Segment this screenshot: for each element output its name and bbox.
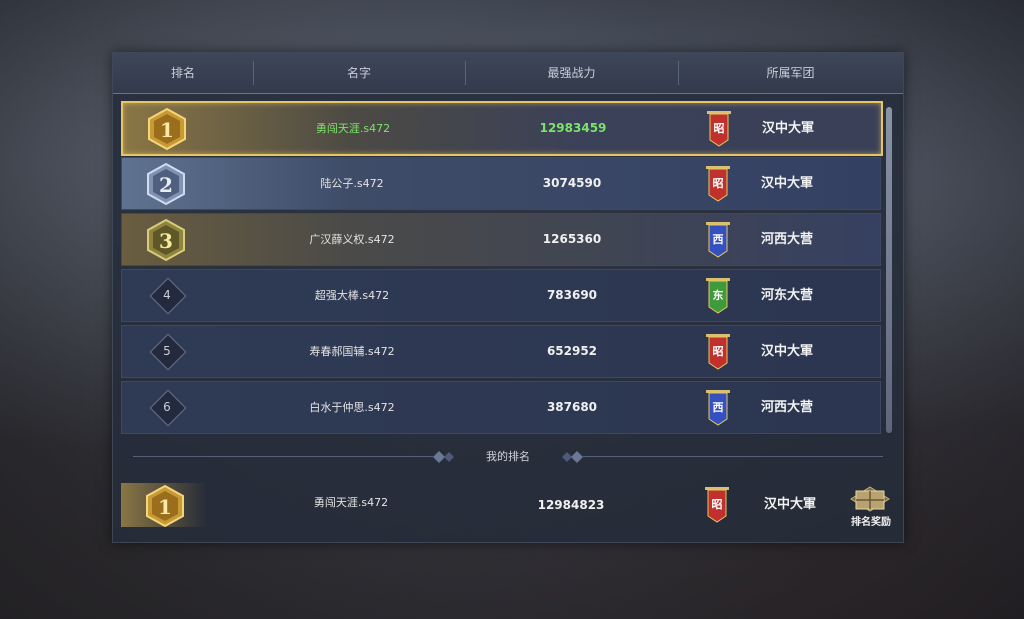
legion-banner-icon: 昭 (706, 166, 730, 202)
legion-name: 河东大营 (760, 288, 813, 303)
ranking-row-4[interactable]: 4 超强大棒.s472 783690 东 河东大营 (121, 269, 881, 322)
legion-banner-icon: 西 (706, 390, 730, 426)
rank-number: 1 (160, 118, 174, 142)
ranking-row-5[interactable]: 5 寿春郝国辅.s472 652952 昭 汉中大軍 (121, 325, 881, 378)
silver-rank-badge-icon: 2 (147, 162, 185, 206)
banner-char: 西 (713, 401, 724, 414)
rank-number: 1 (158, 495, 172, 519)
my-rank-label: 我的排名 (486, 450, 530, 463)
player-name: 勇闯天涯.s472 (313, 496, 389, 509)
scrollbar-thumb[interactable] (886, 107, 892, 433)
legion-banner-icon: 昭 (705, 487, 729, 523)
player-power: 3074590 (542, 176, 602, 190)
legion-name: 汉中大軍 (760, 176, 813, 191)
rank-number: 4 (163, 288, 171, 302)
ranking-list[interactable]: 1 勇闯天涯.s472 12983459 昭 汉中大軍 2 陆公子.s472 3… (121, 101, 883, 439)
banner-char: 昭 (712, 498, 723, 511)
legion-banner-icon: 昭 (707, 111, 731, 147)
gold-rank-badge-icon: 1 (146, 484, 184, 528)
banner-char: 昭 (713, 177, 724, 190)
player-power: 783690 (546, 288, 598, 302)
rank-number: 3 (159, 229, 173, 253)
player-power: 12983459 (539, 121, 607, 135)
legion-name: 河西大营 (760, 232, 813, 247)
ranking-row-6[interactable]: 6 白水于仲思.s472 387680 西 河西大营 (121, 381, 881, 434)
column-header-rank: 排名 (170, 66, 195, 80)
my-rank-row: 1 勇闯天涯.s472 12984823 昭 汉中大軍 (121, 481, 891, 529)
my-rank-divider: 我的排名 (113, 445, 903, 469)
player-name: 寿春郝国辅.s472 (309, 345, 395, 358)
table-header: 排名 名字 最强战力 所属军团 (113, 53, 903, 94)
reward-button-label[interactable]: 排名奖励 (841, 513, 901, 528)
player-name: 超强大棒.s472 (314, 289, 390, 302)
legion-banner-icon: 东 (706, 278, 730, 314)
scrollbar[interactable] (885, 101, 893, 439)
rank-number: 2 (159, 173, 173, 197)
divider-line (133, 456, 433, 457)
legion-banner-icon: 西 (706, 222, 730, 258)
player-name: 白水于仲思.s472 (309, 401, 395, 414)
player-name: 陆公子.s472 (320, 177, 384, 190)
legion-name: 汉中大軍 (760, 344, 813, 359)
bronze-rank-badge-icon: 3 (147, 218, 185, 262)
legion-name: 汉中大軍 (761, 121, 814, 136)
legion-name: 汉中大軍 (763, 497, 816, 512)
banner-char: 东 (713, 288, 724, 302)
player-power: 652952 (546, 344, 598, 358)
diamond-ornament-icon (433, 451, 454, 463)
column-header-name: 名字 (346, 66, 371, 80)
legion-banner-icon: 昭 (706, 334, 730, 370)
banner-char: 西 (713, 233, 724, 246)
ranking-panel: 排名 名字 最强战力 所属军团 1 勇闯天涯.s472 12983459 昭 汉… (112, 52, 904, 543)
banner-char: 昭 (714, 122, 725, 135)
rank-number: 6 (163, 400, 171, 414)
ranking-row-1[interactable]: 1 勇闯天涯.s472 12983459 昭 汉中大軍 (121, 101, 883, 156)
player-power: 12984823 (537, 498, 605, 512)
player-name: 勇闯天涯.s472 (315, 122, 391, 135)
player-power: 387680 (546, 400, 598, 414)
player-name: 广汉薛义权.s472 (309, 233, 395, 246)
player-power: 1265360 (542, 232, 602, 246)
ranking-row-3[interactable]: 3 广汉薛义权.s472 1265360 西 河西大营 (121, 213, 881, 266)
rank-number: 5 (163, 344, 171, 358)
diamond-ornament-icon (562, 451, 583, 463)
divider-line (583, 456, 883, 457)
ranking-row-2[interactable]: 2 陆公子.s472 3074590 昭 汉中大軍 (121, 157, 881, 210)
column-header-power: 最强战力 (547, 66, 596, 80)
banner-char: 昭 (713, 345, 724, 358)
column-header-legion: 所属军团 (766, 66, 815, 80)
legion-name: 河西大营 (760, 400, 813, 415)
gold-rank-badge-icon: 1 (148, 107, 186, 151)
